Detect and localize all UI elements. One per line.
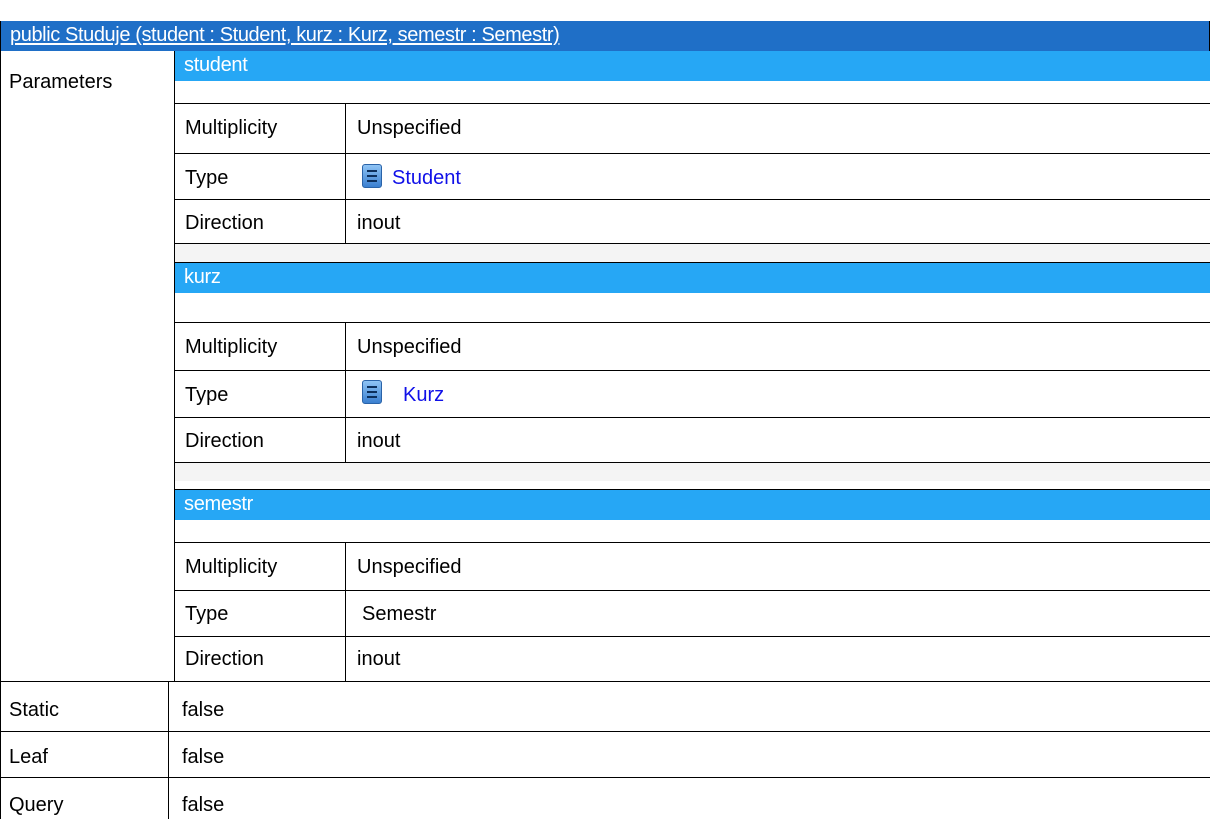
type-link-kurz[interactable]: Kurz — [403, 383, 444, 407]
param-header-student: student — [175, 51, 1210, 81]
param-separator — [175, 463, 1210, 481]
type-value: Semestr — [362, 603, 437, 625]
parameters-label: Parameters — [9, 71, 113, 93]
operation-signature-link[interactable]: public Studuje (student : Student, kurz … — [10, 24, 560, 46]
direction-value: inout — [357, 212, 401, 234]
direction-label: Direction — [185, 648, 264, 670]
operation-details-page: public Studuje (student : Student, kurz … — [0, 0, 1210, 819]
direction-value: inout — [357, 430, 401, 452]
param-header-kurz: kurz — [175, 263, 1210, 293]
direction-label: Direction — [185, 430, 264, 452]
multiplicity-label: Multiplicity — [185, 117, 278, 139]
query-value: false — [182, 794, 225, 816]
direction-label: Direction — [185, 212, 264, 234]
param-header-semestr: semestr — [175, 490, 1210, 520]
class-icon — [362, 164, 382, 188]
static-value: false — [182, 699, 225, 721]
leaf-label: Leaf — [9, 746, 48, 768]
multiplicity-value: Unspecified — [357, 336, 462, 358]
operation-signature-bar: public Studuje (student : Student, kurz … — [0, 21, 1210, 51]
multiplicity-value: Unspecified — [357, 117, 462, 139]
multiplicity-label: Multiplicity — [185, 556, 278, 578]
type-label: Type — [185, 603, 229, 625]
leaf-value: false — [182, 746, 225, 768]
multiplicity-label: Multiplicity — [185, 336, 278, 358]
query-label: Query — [9, 794, 64, 816]
param-separator — [175, 244, 1210, 262]
type-label: Type — [185, 384, 229, 406]
static-label: Static — [9, 699, 60, 721]
type-link-student[interactable]: Student — [392, 166, 461, 190]
type-label: Type — [185, 167, 229, 189]
multiplicity-value: Unspecified — [357, 556, 462, 578]
direction-value: inout — [357, 648, 401, 670]
class-icon — [362, 380, 382, 404]
